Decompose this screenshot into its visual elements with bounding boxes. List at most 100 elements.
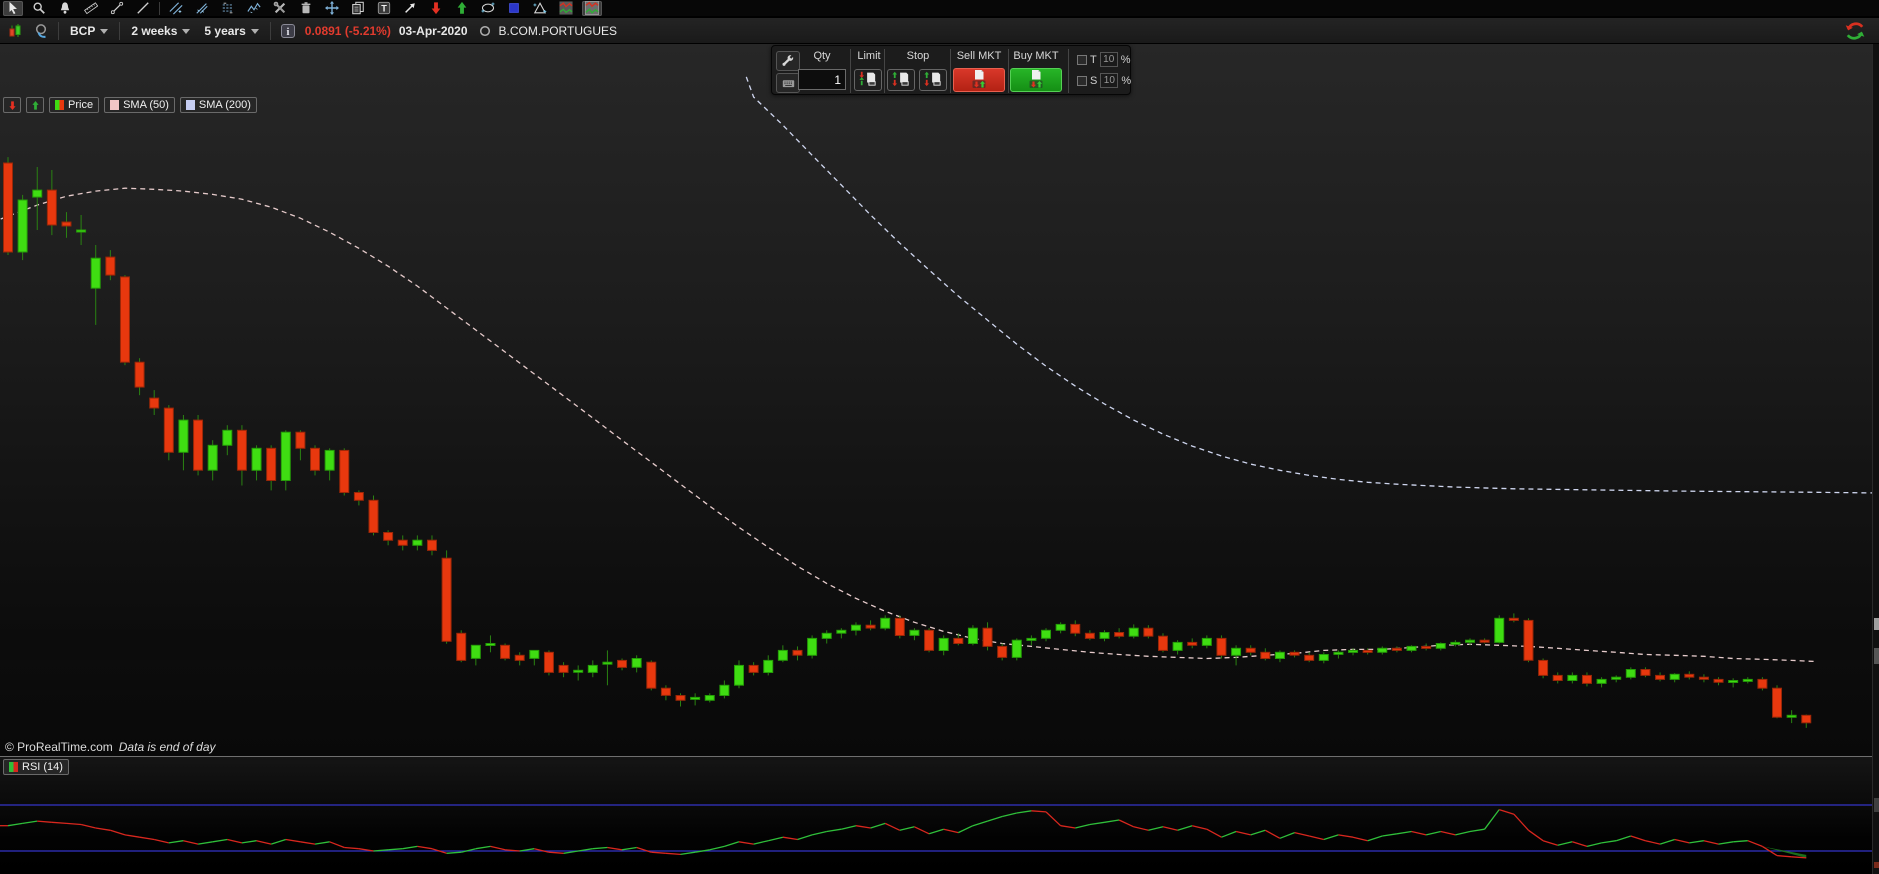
link-chart-icon[interactable]: [32, 22, 50, 40]
target-checkbox[interactable]: [1077, 55, 1087, 65]
sma200-line: [746, 77, 1879, 493]
order-settings-button[interactable]: [776, 51, 800, 71]
chart-legend: Price SMA (50) SMA (200): [3, 97, 257, 113]
keyboard-icon: [779, 74, 797, 92]
rsi-pane[interactable]: RSI (14): [0, 757, 1879, 874]
chart-toolbar: BCP 2 weeks 5 years i 0.0891 (-5.21%) 03…: [0, 18, 1879, 44]
sell-market-button[interactable]: [953, 68, 1005, 92]
timeframe-dropdown[interactable]: 2 weeks: [128, 22, 193, 40]
chevron-down-icon: [182, 29, 190, 34]
sell-order-button[interactable]: [3, 97, 21, 113]
buy-market-button[interactable]: [1010, 68, 1062, 92]
panel-separator: [850, 49, 851, 93]
toolbar-separator: [58, 22, 59, 40]
channel-icon[interactable]: [166, 1, 186, 16]
keyboard-entry-button[interactable]: [776, 73, 800, 93]
stoploss-checkbox[interactable]: [1077, 76, 1087, 86]
info-icon[interactable]: i: [279, 22, 297, 40]
target-pct-sign: %: [1121, 54, 1131, 66]
legend-sma50-chip[interactable]: SMA (50): [104, 97, 175, 113]
symbol-label: BCP: [70, 24, 95, 38]
scrollbar-mark: [1874, 798, 1879, 812]
zigzag-waves-icon[interactable]: [244, 1, 264, 16]
toolbar-separator: [119, 22, 120, 40]
stoploss-label: S: [1090, 75, 1097, 87]
stop-label: Stop: [886, 50, 950, 62]
scrollbar-mark: [1874, 648, 1879, 664]
chart-line-style-icon[interactable]: [556, 1, 576, 16]
chevron-down-icon: [251, 29, 259, 34]
chevron-down-icon: [100, 29, 108, 34]
panel-separator: [950, 49, 951, 93]
price-chart-canvas[interactable]: [0, 44, 1879, 756]
rsi-label: RSI (14): [22, 761, 63, 773]
scrollbar-mark: [1874, 862, 1879, 868]
stop-order-button[interactable]: [887, 69, 915, 91]
panel-separator: [1068, 49, 1069, 93]
buy-arrow-icon[interactable]: [452, 1, 472, 16]
legend-sma200-label: SMA (200): [199, 99, 251, 111]
price-chart-pane[interactable]: [0, 44, 1879, 756]
feed-status-icon: [476, 22, 494, 40]
last-price-and-change: 0.0891 (-5.21%): [305, 24, 391, 38]
target-label: T: [1090, 54, 1097, 66]
text-label-icon[interactable]: T: [374, 1, 394, 16]
sell-arrow-icon[interactable]: [426, 1, 446, 16]
quantity-input[interactable]: [798, 69, 846, 90]
feed-name: B.COM.PORTUGUES: [499, 24, 617, 38]
rsi-swatch-icon: [9, 762, 18, 772]
duplicate-icon[interactable]: [348, 1, 368, 16]
buy-order-button[interactable]: [26, 97, 44, 113]
rectangle-icon[interactable]: [504, 1, 524, 16]
legend-sma200-chip[interactable]: SMA (200): [180, 97, 257, 113]
price-swatch-icon: [55, 100, 64, 110]
trend-line-icon[interactable]: [133, 1, 153, 16]
scrollbar-thumb[interactable]: [1874, 618, 1879, 630]
sma200-swatch-icon: [186, 100, 195, 110]
limit-order-button[interactable]: [854, 69, 882, 91]
toolbar-separator: [270, 22, 271, 40]
feed-group: B.COM.PORTUGUES: [476, 22, 617, 40]
range-label: 5 years: [204, 24, 245, 38]
rsi-legend-chip[interactable]: RSI (14): [3, 759, 69, 775]
chart-candle-style-icon[interactable]: [582, 1, 602, 16]
legend-sma50-label: SMA (50): [123, 99, 169, 111]
magnifier-icon[interactable]: [29, 1, 49, 16]
fib-levels-icon[interactable]: [218, 1, 238, 16]
ellipse-lasso-icon[interactable]: [478, 1, 498, 16]
qty-label: Qty: [798, 50, 846, 62]
limit-label: Limit: [852, 50, 886, 62]
alerts-bell-icon[interactable]: [55, 1, 75, 16]
ruler-icon[interactable]: [81, 1, 101, 16]
range-dropdown[interactable]: 5 years: [201, 22, 261, 40]
toolbar-separator: [159, 2, 160, 15]
move-icon[interactable]: [322, 1, 342, 16]
buy-mkt-label: Buy MKT: [1009, 50, 1063, 62]
rsi-canvas: [0, 757, 1879, 874]
svg-text:T: T: [381, 4, 387, 14]
arrow-annotation-icon[interactable]: [400, 1, 420, 16]
svg-text:i: i: [286, 27, 289, 38]
refresh-sync-icon[interactable]: [1843, 21, 1867, 41]
wrench-icon: [779, 52, 797, 70]
legend-price-chip[interactable]: Price: [49, 97, 99, 113]
candlestick-style-icon[interactable]: [6, 22, 24, 40]
stoploss-pct-input[interactable]: [1100, 73, 1118, 88]
segment-line-icon[interactable]: [107, 1, 127, 16]
drawing-toolbar: T: [0, 0, 1879, 17]
last-date: 03-Apr-2020: [399, 24, 468, 38]
vertical-scrollbar[interactable]: [1872, 44, 1879, 874]
angle-lines-icon[interactable]: [192, 1, 212, 16]
symbol-dropdown[interactable]: BCP: [67, 22, 111, 40]
sma50-swatch-icon: [110, 100, 119, 110]
trash-icon[interactable]: [296, 1, 316, 16]
triangle-icon[interactable]: [530, 1, 550, 16]
trade-panel: Qty Limit Stop Sell MKT Buy MKT T % S %: [771, 45, 1131, 95]
timeframe-label: 2 weeks: [131, 24, 177, 38]
copyright-text: © ProRealTime.com: [5, 740, 113, 754]
target-pct-input[interactable]: [1100, 52, 1118, 67]
cursor-icon[interactable]: [3, 1, 23, 16]
panel-separator: [884, 49, 885, 93]
trailing-stop-order-button[interactable]: [919, 69, 947, 91]
drawing-tools-icon[interactable]: [270, 1, 290, 16]
